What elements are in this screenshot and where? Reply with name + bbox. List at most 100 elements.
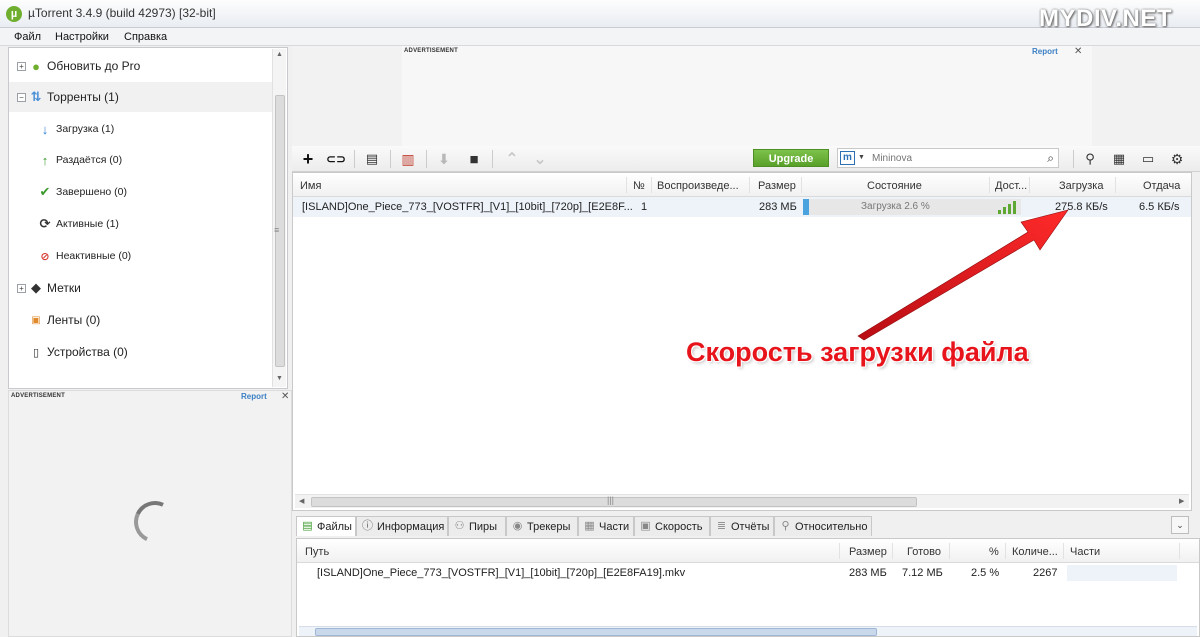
torrent-size: 283 МБ [759,201,797,213]
toolbar: + ⊂⊃ ▤ ▥ ⬇ ■ ⌃ ⌄ Upgrade m ▼ ⌕ ⚲ ▦ ▭ ⚙ [292,146,1200,172]
column-status[interactable]: Состояние [867,180,922,192]
column-done[interactable]: Готово [907,546,941,558]
menu-help[interactable]: Справка [124,31,167,43]
column-playback[interactable]: Воспроизведе... [657,180,739,192]
sidebar-item-devices[interactable]: ▯ Устройства (0) [9,337,273,367]
toolbar-separator [426,150,427,168]
search-engine-icon[interactable]: m [840,151,855,165]
tab-info[interactable]: ⓘ Информация [356,516,448,536]
ad-label: ADVERTISEMENT [404,48,458,54]
device-icon: ▯ [32,346,40,359]
sidebar-item-labels[interactable]: + ◆ Метки [9,273,273,303]
scroll-right-icon[interactable]: ▶ [1179,497,1184,505]
tab-trackers[interactable]: ◉ Трекеры [506,516,578,536]
loading-spinner-icon [128,495,182,549]
column-separator [989,177,990,193]
column-upload[interactable]: Отдача [1143,180,1180,192]
torrent-row[interactable]: [ISLAND]One_Piece_773_[VOSTFR]_[V1]_[10b… [293,197,1191,217]
expand-icon[interactable]: + [17,284,26,293]
gear-icon[interactable]: ⚙ [1167,150,1187,168]
column-name[interactable]: Имя [300,180,321,192]
sidebar-item-active[interactable]: ⟳ Активные (1) [9,209,273,239]
toolbar-separator [390,150,391,168]
torrent-list-scrollbar[interactable]: ◀ ||| ▶ [295,494,1189,508]
window-title: µTorrent 3.4.9 (build 42973) [32-bit] [28,6,216,20]
ad-close-icon[interactable]: ✕ [281,391,289,402]
sidebar-item-label: Неактивные (0) [56,250,132,262]
tag-icon: ◆ [31,280,41,295]
search-icon[interactable]: ⌕ [1047,151,1054,166]
start-download-icon[interactable]: ⬇ [434,150,454,168]
info-icon: ⓘ [362,520,373,532]
tab-logger[interactable]: ≣ Отчёты [710,516,774,536]
scroll-down-icon[interactable]: ▼ [276,375,283,382]
remote-icon[interactable]: ⚲ [1080,150,1100,168]
sidebar-item-inactive[interactable]: ⊘ Неактивные (0) [9,241,273,271]
move-up-icon[interactable]: ⌃ [502,150,522,168]
files-header: Путь Размер Готово % Количе... Части [297,539,1199,563]
create-torrent-icon[interactable]: ▤ [362,150,382,168]
column-separator [1005,543,1006,559]
ad-close-icon[interactable]: ✕ [1074,46,1082,57]
file-row[interactable]: [ISLAND]One_Piece_773_[VOSTFR]_[V1]_[10b… [297,563,1199,583]
tab-files[interactable]: ▤ Файлы [296,516,356,536]
column-path[interactable]: Путь [305,546,329,558]
collapse-icon[interactable]: − [17,93,26,102]
grip-icon: ||| [607,495,615,505]
ad-report-link[interactable]: Report [241,392,267,401]
search-input[interactable] [872,151,1032,165]
torrent-progress-bar: Загрузка 2.6 % [803,199,1021,215]
sidebar-item-completed[interactable]: ✔ Завершено (0) [9,177,273,207]
column-pieces[interactable]: Части [1070,546,1100,558]
tab-pieces[interactable]: ▦ Части [578,516,634,536]
menu-settings[interactable]: Настройки [55,31,109,43]
sidebar-scrollbar[interactable]: ▲ ≡ ▼ [272,49,286,387]
column-percent[interactable]: % [989,546,999,558]
scroll-up-icon[interactable]: ▲ [276,51,283,58]
tab-speed[interactable]: ▣ Скорость [634,516,710,536]
delete-icon[interactable]: ▥ [398,150,418,168]
sidebar-item-label: Торренты (1) [47,90,119,104]
sidebar-item-downloading[interactable]: ↓ Загрузка (1) [9,114,273,144]
column-count[interactable]: Количе... [1012,546,1058,558]
annotation-text: Скорость загрузки файла [686,337,1029,367]
tab-relative[interactable]: ⚲ Относительно [774,516,872,536]
sidebar: + ● Обновить до Pro − ⇅ Торренты (1) ↓ З… [8,47,288,389]
monitor-icon[interactable]: ▭ [1138,150,1158,168]
add-torrent-icon[interactable]: + [298,149,318,169]
sidebar-item-upgrade-pro[interactable]: + ● Обновить до Pro [9,51,273,81]
chat-icon[interactable]: ▦ [1109,150,1129,168]
ad-report-link[interactable]: Report [1032,47,1058,56]
sidebar-item-feeds[interactable]: ▣ Ленты (0) [9,305,273,335]
column-download[interactable]: Загрузка [1059,180,1103,192]
menu-file[interactable]: Файл [14,31,41,43]
column-file-size[interactable]: Размер [849,546,887,558]
torrent-upload-speed: 6.5 КБ/s [1139,201,1180,213]
expand-icon[interactable]: + [17,62,26,71]
file-count: 2267 [1033,567,1058,579]
checkmark-icon: ✔ [39,184,51,199]
upgrade-button[interactable]: Upgrade [753,149,829,167]
scroll-left-icon[interactable]: ◀ [299,497,304,505]
sidebar-item-torrents[interactable]: − ⇅ Торренты (1) [9,82,273,112]
chevron-down-icon[interactable]: ▼ [858,154,865,161]
availability-bars-icon [998,200,1016,214]
stop-icon[interactable]: ■ [464,150,484,168]
column-number[interactable]: № [633,180,645,192]
torrent-list-header: Имя № Воспроизведе... Размер Состояние Д… [293,173,1191,197]
ad-banner [402,46,1092,146]
tab-peers[interactable]: ⚇ Пиры [448,516,506,536]
trackers-icon: ◉ [512,520,523,532]
availability-bar [1013,201,1016,214]
column-availability[interactable]: Дост... [995,180,1027,192]
column-size[interactable]: Размер [758,180,796,192]
scrollbar-thumb[interactable] [315,628,877,636]
collapse-panel-button[interactable]: ⌄ [1171,516,1189,534]
add-link-icon[interactable]: ⊂⊃ [326,150,346,168]
sidebar-item-label: Ленты (0) [47,313,101,327]
sidebar-item-label: Активные (1) [56,218,119,230]
files-scrollbar[interactable] [299,626,1197,636]
sidebar-item-seeding[interactable]: ↑ Раздаётся (0) [9,145,273,175]
move-down-icon[interactable]: ⌄ [530,150,550,168]
ad-label: ADVERTISEMENT [11,393,65,399]
